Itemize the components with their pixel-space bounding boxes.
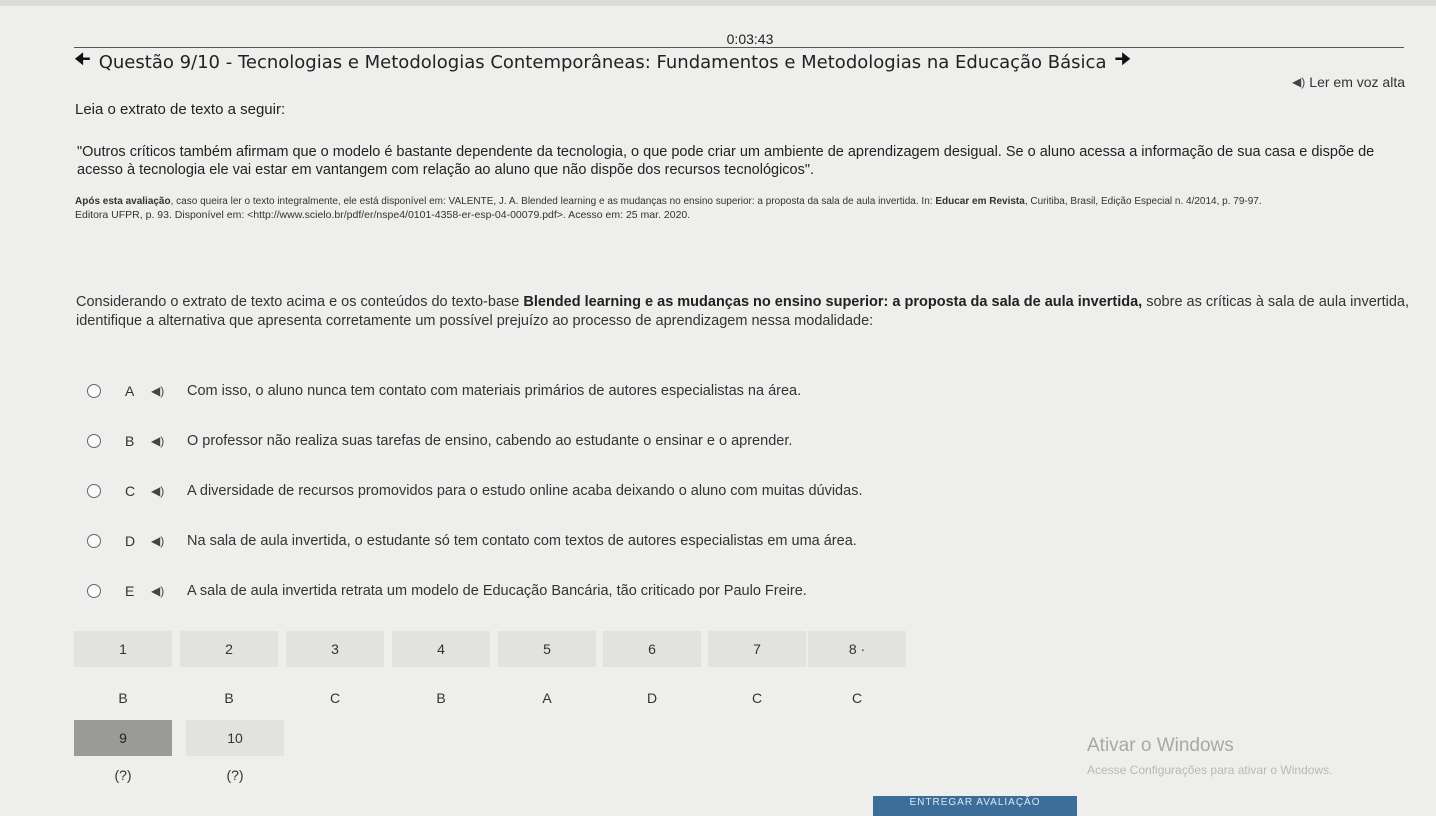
nav-question-5[interactable]: 5 bbox=[498, 631, 596, 667]
quote-text: "Outros críticos também afirmam que o mo… bbox=[77, 143, 1417, 179]
speaker-icon[interactable]: ◀) bbox=[151, 534, 179, 548]
option-letter: D bbox=[125, 533, 136, 549]
nav-question-7[interactable]: 7 bbox=[708, 631, 806, 667]
option-text: A diversidade de recursos promovidos par… bbox=[187, 483, 863, 499]
option-letter: A bbox=[125, 383, 135, 399]
option-text: A sala de aula invertida retrata um mode… bbox=[187, 583, 807, 599]
option-e[interactable]: E ◀) A sala de aula invertida retrata um… bbox=[80, 566, 1080, 616]
option-letter: E bbox=[125, 583, 135, 599]
read-aloud-label: Ler em voz alta bbox=[1309, 74, 1405, 90]
option-b[interactable]: B ◀) O professor não realiza suas tarefa… bbox=[80, 416, 1080, 466]
nav-question-3[interactable]: 3 bbox=[286, 631, 384, 667]
options-list: A ◀) Com isso, o aluno nunca tem contato… bbox=[80, 366, 1080, 616]
radio-button[interactable] bbox=[87, 434, 101, 448]
reference-line-1: Após esta avaliação, caso queira ler o t… bbox=[75, 196, 1262, 207]
question-title: Questão 9/10 - Tecnologias e Metodologia… bbox=[98, 51, 1107, 73]
prompt-bold: Blended learning e as mudanças no ensino… bbox=[523, 294, 1143, 310]
speaker-icon[interactable]: ◀) bbox=[151, 434, 179, 448]
intro-text: Leia o extrato de texto a seguir: bbox=[75, 101, 286, 118]
nav-answer: (?) bbox=[226, 767, 244, 783]
option-letter: B bbox=[125, 433, 135, 449]
nav-question-4[interactable]: 4 bbox=[392, 631, 490, 667]
read-aloud-button[interactable]: ◀) Ler em voz alta bbox=[1292, 74, 1405, 90]
reference-text-2: , Curitiba, Brasil, Edição Especial n. 4… bbox=[1024, 196, 1262, 207]
nav-question-9[interactable]: 9 bbox=[74, 720, 172, 756]
radio-button[interactable] bbox=[87, 484, 101, 498]
radio-button[interactable] bbox=[87, 584, 101, 598]
nav-answer: A bbox=[542, 690, 552, 706]
option-text: Na sala de aula invertida, o estudante s… bbox=[187, 533, 857, 549]
nav-answer: B bbox=[436, 690, 446, 706]
nav-answer: (?) bbox=[114, 767, 132, 783]
header-rule bbox=[74, 47, 1404, 48]
nav-question-1[interactable]: 1 bbox=[74, 631, 172, 667]
nav-answer: B bbox=[224, 690, 234, 706]
option-d[interactable]: D ◀) Na sala de aula invertida, o estuda… bbox=[80, 516, 1080, 566]
option-text: Com isso, o aluno nunca tem contato com … bbox=[187, 383, 802, 399]
speaker-icon: ◀) bbox=[1292, 75, 1306, 89]
option-letter: C bbox=[125, 483, 136, 499]
option-c[interactable]: C ◀) A diversidade de recursos promovido… bbox=[80, 466, 1080, 516]
nav-question-10[interactable]: 10 bbox=[186, 720, 284, 756]
nav-answer: C bbox=[329, 690, 341, 706]
nav-question-8[interactable]: 8 · bbox=[808, 631, 906, 667]
option-a[interactable]: A ◀) Com isso, o aluno nunca tem contato… bbox=[80, 366, 1080, 416]
arrow-left-icon[interactable]: 🠈 bbox=[74, 47, 91, 77]
nav-answer: C bbox=[751, 690, 763, 706]
arrow-right-icon[interactable]: 🠊 bbox=[1114, 47, 1131, 77]
reference-bold-1: Após esta avaliação bbox=[75, 196, 171, 207]
windows-watermark-title: Ativar o Windows bbox=[1087, 735, 1234, 756]
speaker-icon[interactable]: ◀) bbox=[151, 584, 179, 598]
speaker-icon[interactable]: ◀) bbox=[151, 384, 179, 398]
question-header: 🠈 Questão 9/10 - Tecnologias e Metodolog… bbox=[74, 49, 1131, 73]
reference-text-1: , caso queira ler o texto integralmente,… bbox=[170, 196, 936, 207]
windows-watermark-subtitle: Acesse Configurações para ativar o Windo… bbox=[1087, 763, 1333, 777]
quote-line-2: acesso à tecnologia ele vai estar em van… bbox=[77, 162, 815, 178]
reference-line-2: Editora UFPR, p. 93. Disponível em: <htt… bbox=[75, 209, 691, 221]
radio-button[interactable] bbox=[87, 384, 101, 398]
submit-button[interactable]: ENTREGAR AVALIAÇÃO bbox=[873, 796, 1077, 816]
speaker-icon[interactable]: ◀) bbox=[151, 484, 179, 498]
option-text: O professor não realiza suas tarefas de … bbox=[187, 433, 793, 449]
nav-answer: C bbox=[851, 690, 863, 706]
reference-bold-2: Educar em Revista bbox=[935, 196, 1025, 207]
quote-line-1: "Outros críticos também afirmam que o mo… bbox=[77, 144, 1375, 160]
timer: 0:03:43 bbox=[726, 31, 774, 47]
radio-button[interactable] bbox=[87, 534, 101, 548]
nav-question-6[interactable]: 6 bbox=[603, 631, 701, 667]
prompt-pre: Considerando o extrato de texto acima e … bbox=[76, 294, 524, 310]
question-prompt: Considerando o extrato de texto acima e … bbox=[76, 293, 1421, 331]
nav-question-2[interactable]: 2 bbox=[180, 631, 278, 667]
nav-answer: B bbox=[118, 690, 128, 706]
nav-answer: D bbox=[646, 690, 658, 706]
window-top-edge bbox=[0, 0, 1436, 6]
